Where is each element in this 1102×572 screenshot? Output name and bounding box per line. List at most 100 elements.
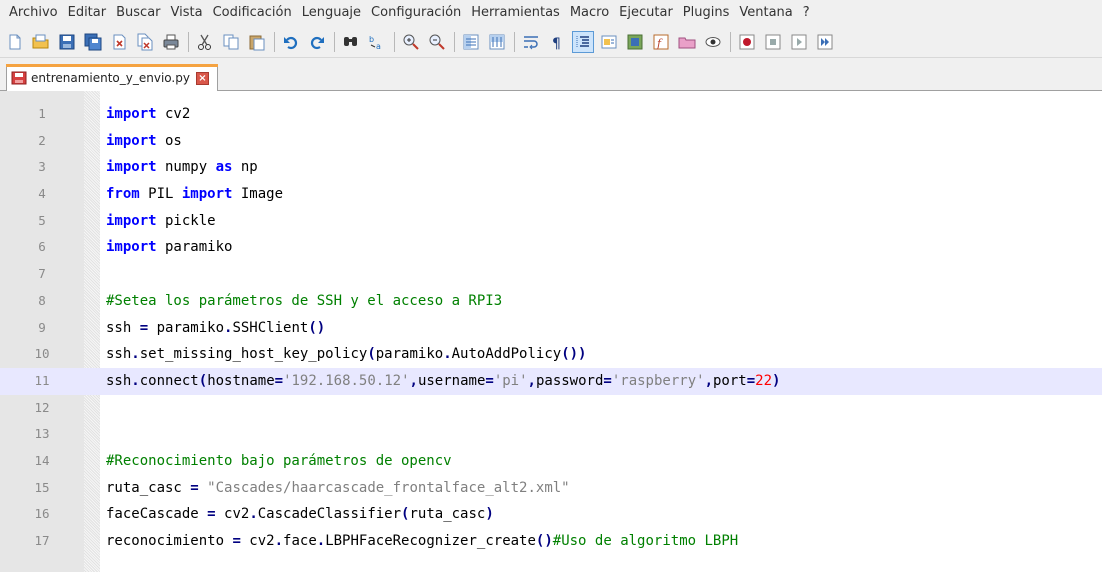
code-token: ssh: [106, 346, 132, 363]
doc-map-icon[interactable]: [624, 31, 646, 53]
code-text: ssh = paramiko.SSHClient(): [106, 315, 325, 342]
code-line[interactable]: 14 #Reconocimiento bajo parámetros de ope…: [0, 448, 1102, 475]
code-line[interactable]: 16 faceCascade = cv2.CascadeClassifier(ru…: [0, 501, 1102, 528]
code-token: ruta_casc: [409, 506, 486, 523]
code-text: #Reconocimiento bajo parámetros de openc…: [106, 448, 452, 475]
code-line[interactable]: 7: [0, 261, 1102, 288]
code-token: .: [274, 533, 284, 549]
zoom-out-icon[interactable]: [426, 31, 448, 53]
stop-macro-icon[interactable]: [762, 31, 784, 53]
menu-buscar[interactable]: Buscar: [111, 2, 165, 24]
code-line[interactable]: 4 from PIL import Image: [0, 181, 1102, 208]
code-text: ssh.connect(hostname='192.168.50.12',use…: [106, 368, 780, 395]
user-defined-language-icon[interactable]: [598, 31, 620, 53]
active-tab-indicator: [6, 64, 218, 67]
code-token: cv2: [215, 506, 250, 523]
code-line[interactable]: 3 import numpy as np: [0, 154, 1102, 181]
toolbar-separator: [514, 31, 515, 52]
code-text: faceCascade = cv2.CascadeClassifier(ruta…: [106, 501, 494, 528]
line-number: 12: [34, 399, 50, 415]
save-all-icon[interactable]: [82, 31, 104, 53]
menu-plugins[interactable]: Plugins: [678, 2, 735, 24]
tab-entrenamiento-y-envio[interactable]: entrenamiento_y_envio.py ×: [6, 64, 218, 91]
toolbar-separator: [334, 31, 335, 52]
menu-configuracion[interactable]: Configuración: [366, 2, 466, 24]
open-file-icon[interactable]: [30, 31, 52, 53]
close-icon[interactable]: [108, 31, 130, 53]
code-line[interactable]: 17 reconocimiento = cv2.face.LBPHFaceReco…: [0, 528, 1102, 555]
toolbar-separator: [394, 31, 395, 52]
code-token: set_missing_host_key_policy: [139, 346, 368, 363]
line-number: 16: [34, 506, 50, 522]
code-token: paramiko: [148, 319, 225, 336]
line-number: 17: [34, 533, 50, 548]
record-macro-icon[interactable]: [736, 31, 758, 53]
menu-archivo[interactable]: Archivo: [4, 2, 63, 24]
code-token: ()): [561, 346, 587, 363]
code-token: (: [198, 372, 208, 389]
print-icon[interactable]: [160, 31, 182, 53]
code-line[interactable]: 8 #Setea los parámetros de SSH y el acces…: [0, 288, 1102, 315]
menu-help[interactable]: ?: [798, 2, 815, 24]
function-list-icon[interactable]: f: [650, 31, 672, 53]
show-all-characters-icon[interactable]: ¶: [546, 31, 568, 53]
menu-ejecutar[interactable]: Ejecutar: [614, 2, 678, 24]
zoom-in-icon[interactable]: [400, 31, 422, 53]
menu-herramientas[interactable]: Herramientas: [466, 2, 565, 24]
code-token: ruta_casc: [106, 479, 191, 496]
code-token: 22: [755, 372, 773, 389]
cut-icon[interactable]: [194, 31, 216, 53]
code-line[interactable]: 9 ssh = paramiko.SSHClient(): [0, 315, 1102, 342]
sync-vertical-icon[interactable]: [460, 31, 482, 53]
paste-icon[interactable]: [246, 31, 268, 53]
code-token: =: [207, 506, 216, 523]
copy-icon[interactable]: [220, 31, 242, 53]
code-token: reconocimiento: [106, 533, 233, 549]
code-token: SSHClient: [232, 319, 309, 336]
close-tab-icon[interactable]: ×: [195, 71, 209, 85]
menu-macro[interactable]: Macro: [565, 2, 614, 24]
code-token: CascadeClassifier: [257, 506, 402, 523]
redo-icon[interactable]: [306, 31, 328, 53]
menu-codificacion[interactable]: Codificación: [208, 2, 297, 24]
close-all-icon[interactable]: [134, 31, 156, 53]
monitoring-icon[interactable]: [702, 31, 724, 53]
code-line[interactable]: 1 import cv2: [0, 101, 1102, 128]
code-line[interactable]: 15 ruta_casc = "Cascades/haarcascade_fron…: [0, 475, 1102, 502]
indent-guide-icon[interactable]: [572, 30, 594, 53]
menu-ventana[interactable]: Ventana: [734, 2, 797, 24]
find-icon[interactable]: [340, 31, 362, 53]
code-token: ): [485, 506, 494, 523]
code-line[interactable]: 10 ssh.set_missing_host_key_policy(parami…: [0, 341, 1102, 368]
code-token: numpy: [156, 159, 216, 176]
code-line[interactable]: 6 import paramiko: [0, 234, 1102, 261]
undo-icon[interactable]: [280, 31, 302, 53]
code-token: ,: [704, 372, 713, 389]
code-line[interactable]: 12: [0, 395, 1102, 422]
code-token: 'pi': [493, 372, 528, 389]
code-line[interactable]: 11 ssh.connect(hostname='192.168.50.12',u…: [0, 367, 1102, 395]
sync-horizontal-icon[interactable]: [486, 31, 508, 53]
code-line[interactable]: 2 import os: [0, 128, 1102, 155]
code-token: PIL: [139, 186, 182, 203]
replace-icon[interactable]: ba: [366, 31, 388, 53]
play-macro-icon[interactable]: [788, 31, 810, 53]
menu-editar[interactable]: Editar: [63, 2, 112, 24]
save-icon[interactable]: [56, 31, 78, 53]
run-macro-multiple-icon[interactable]: [814, 31, 836, 53]
code-line[interactable]: 13: [0, 421, 1102, 448]
code-token: =: [232, 533, 241, 549]
line-number: 9: [38, 319, 46, 335]
code-token: ,: [409, 372, 418, 389]
word-wrap-icon[interactable]: [520, 31, 542, 53]
code-token: password: [535, 372, 604, 389]
code-text: #Setea los parámetros de SSH y el acceso…: [106, 288, 502, 315]
menu-vista[interactable]: Vista: [166, 2, 208, 24]
code-editor[interactable]: 1 import cv2 2 import os 3 import numpy as np…: [0, 91, 1102, 572]
line-number: 10: [34, 346, 50, 362]
folder-as-workspace-icon[interactable]: [676, 31, 698, 53]
code-line[interactable]: 5 import pickle: [0, 208, 1102, 235]
new-file-icon[interactable]: [4, 31, 26, 53]
code-text: ssh.set_missing_host_key_policy(paramiko…: [106, 341, 587, 368]
menu-lenguaje[interactable]: Lenguaje: [297, 2, 366, 24]
